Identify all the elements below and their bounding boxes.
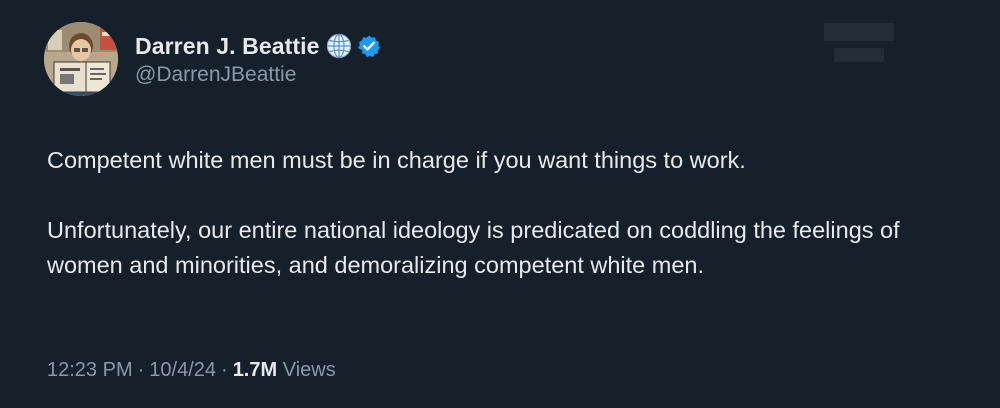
author-handle[interactable]: @DarrenJBeattie [135,63,381,87]
background-watermark [824,23,894,62]
author-identity: Darren J. Beattie @DarrenJBeattie [135,31,381,87]
tweet-date[interactable]: 10/4/24 [149,359,216,382]
avatar[interactable] [44,22,118,96]
views-count[interactable]: 1.7M [233,359,277,382]
tweet-metadata: 12:23 PM · 10/4/24 · 1.7M Views [47,359,336,382]
tweet-text: Competent white men must be in charge if… [47,143,907,283]
tweet-header: Darren J. Beattie @DarrenJBeattie [44,22,381,96]
separator: · [137,359,145,381]
tweet-card: Darren J. Beattie @DarrenJBeattie Compet… [0,0,1000,408]
views-label: Views [282,359,336,381]
avatar-image [44,22,118,96]
verified-badge-icon[interactable] [357,34,381,58]
tweet-time[interactable]: 12:23 PM [47,359,133,382]
separator: · [221,359,228,381]
tweet-paragraph: Competent white men must be in charge if… [47,147,746,173]
tweet-paragraph: Unfortunately, our entire national ideol… [47,217,900,278]
display-name[interactable]: Darren J. Beattie [135,33,320,60]
globe-icon [326,33,352,59]
name-row: Darren J. Beattie [135,31,381,61]
